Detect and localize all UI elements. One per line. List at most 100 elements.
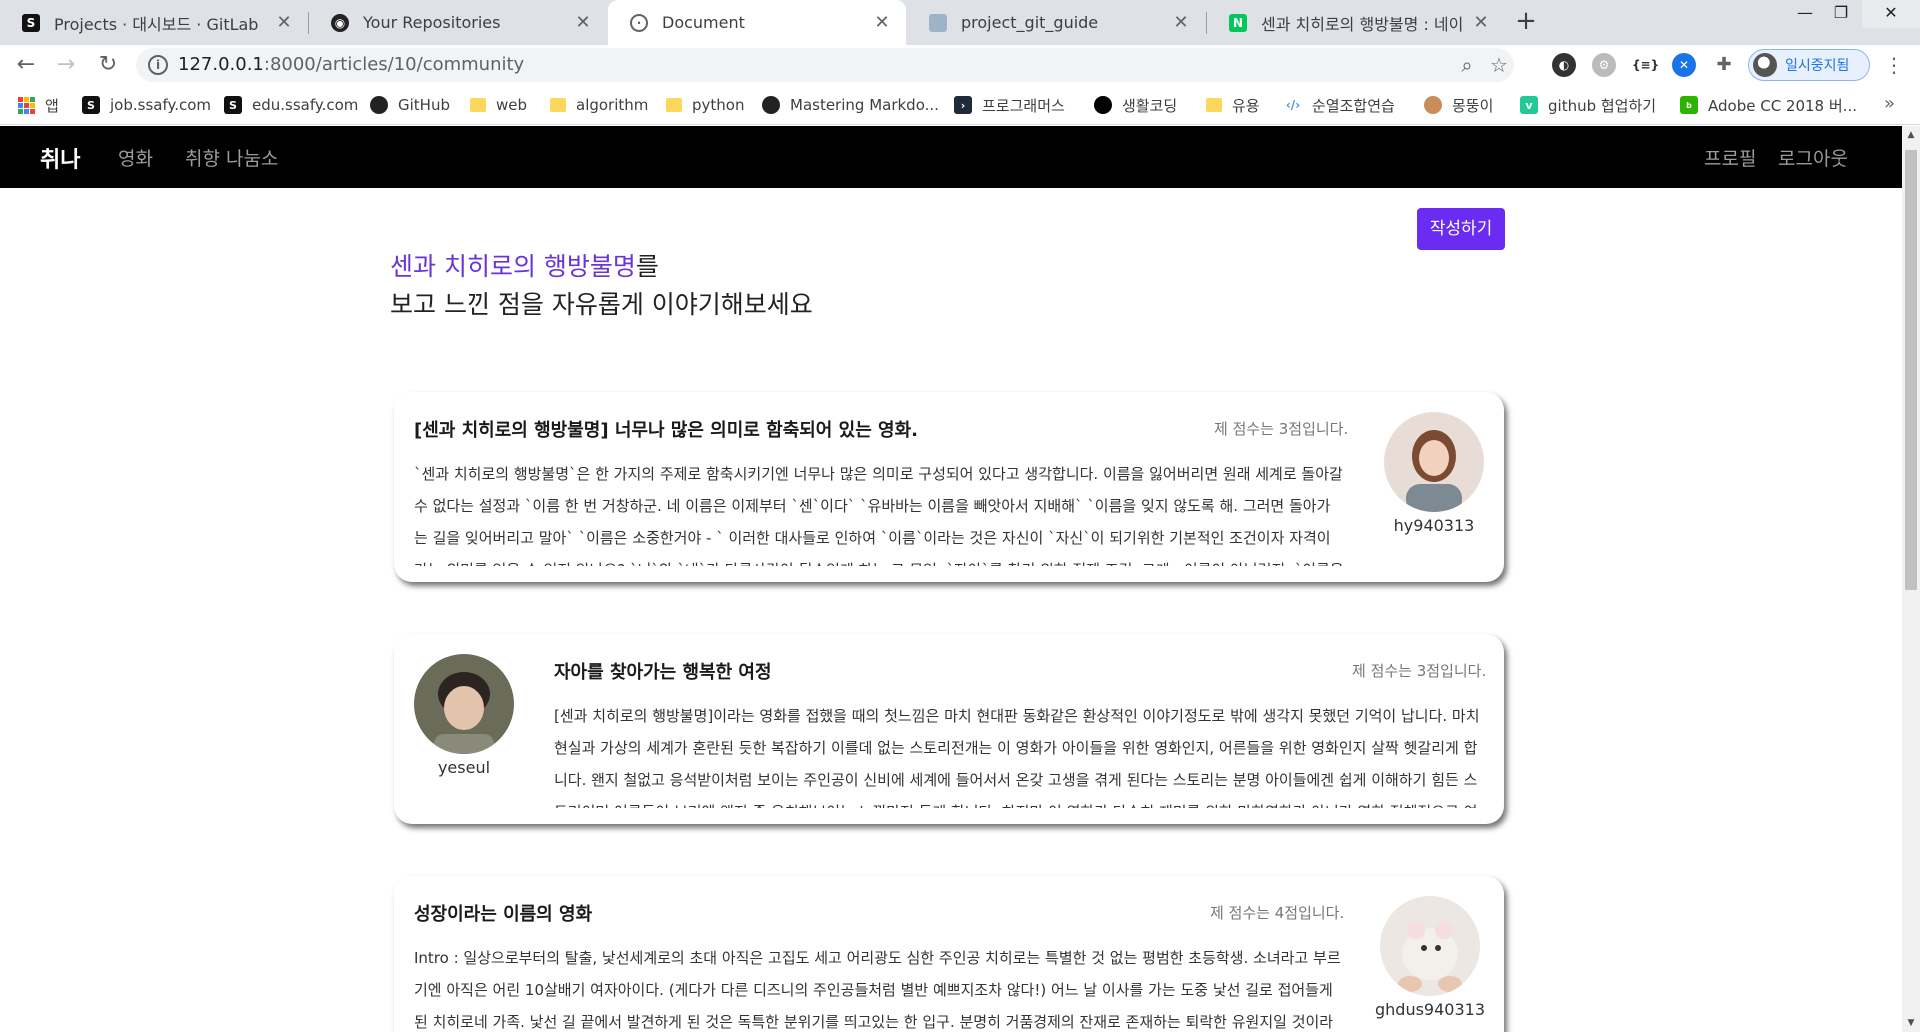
review-score: 제 점수는 3점입니다.	[1214, 420, 1349, 438]
browser-toolbar: ← → ↻ i 127.0.0.1:8000/articles/10/commu…	[0, 45, 1920, 85]
forward-button[interactable]: →	[50, 49, 82, 81]
bookmark-label: Adobe CC 2018 버...	[1708, 96, 1857, 115]
bookmark-markdown[interactable]: Mastering Markdo...	[762, 93, 939, 117]
avatar-photo	[414, 654, 514, 754]
info-icon[interactable]: i	[148, 55, 168, 75]
tab-gitlab[interactable]: S Projects · 대시보드 · GitLab ✕	[0, 0, 308, 45]
bookmark-edu-ssafy[interactable]: Sedu.ssafy.com	[224, 93, 358, 117]
close-tab-icon[interactable]: ✕	[1171, 12, 1191, 33]
extensions-puzzle-icon[interactable]: ✚	[1712, 53, 1736, 77]
page-viewport: 취나 영화 취향 나눔소 프로필 로그아웃 작성하기 센과 치히로의 행방불명를…	[0, 126, 1902, 1032]
page-heading: 센과 치히로의 행방불명를 보고 느낀 점을 자유롭게 이야기해보세요	[390, 248, 813, 324]
bookmarks-overflow-icon[interactable]: »	[1884, 93, 1895, 114]
bookmark-label: 앱	[45, 96, 59, 115]
close-tab-icon[interactable]: ✕	[274, 12, 294, 33]
review-card[interactable]: 성장이라는 이름의 영화 제 점수는 4점입니다. Intro : 일상으로부터…	[394, 876, 1504, 1032]
extension-gear-icon[interactable]: ⚙	[1592, 53, 1616, 77]
code-icon: ‹/›	[1285, 98, 1301, 112]
ssafy-icon: S	[224, 96, 242, 114]
bookmark-useful[interactable]: 유용	[1206, 93, 1260, 117]
review-card[interactable]: [센과 치히로의 행방불명] 너무나 많은 의미로 함축되어 있는 영화. 제 …	[394, 392, 1504, 582]
zoom-icon[interactable]: ⌕	[1454, 52, 1480, 78]
scroll-up-arrow-icon[interactable]: ▲	[1902, 126, 1920, 144]
tab-title: Document	[662, 13, 745, 32]
new-tab-button[interactable]: +	[1510, 6, 1542, 38]
user-avatar[interactable]	[1384, 412, 1484, 512]
nav-profile-link[interactable]: 프로필	[1704, 144, 1756, 171]
bookmark-programmers[interactable]: › 프로그래머스	[954, 93, 1065, 117]
tab-naver[interactable]: N 센과 치히로의 행방불명 : 네이버 ✕	[1207, 0, 1505, 45]
close-tab-icon[interactable]: ✕	[872, 12, 892, 33]
profile-label: 일시중지됨	[1785, 58, 1850, 74]
bookmark-label: GitHub	[398, 96, 450, 114]
nav-community-link[interactable]: 취향 나눔소	[185, 144, 278, 171]
globe-icon: ·	[630, 13, 648, 32]
bookmark-apps[interactable]: 앱	[18, 93, 59, 117]
scroll-down-arrow-icon[interactable]: ▼	[1902, 1014, 1920, 1032]
reload-button[interactable]: ↻	[92, 49, 124, 81]
github-icon	[370, 96, 388, 114]
document-icon	[929, 13, 947, 32]
review-body: Intro : 일상으로부터의 탈출, 낯선세계로의 초대 아직은 고집도 세고…	[414, 949, 1341, 1031]
github-icon	[762, 96, 780, 114]
write-review-button[interactable]: 작성하기	[1417, 208, 1505, 250]
address-bar[interactable]: i 127.0.0.1:8000/articles/10/community ⌕…	[136, 48, 1514, 82]
bookmark-job-ssafy[interactable]: Sjob.ssafy.com	[82, 93, 211, 117]
bookmark-opentutorials[interactable]: 생활코딩	[1094, 93, 1177, 117]
profile-button[interactable]: 일시중지됨	[1748, 49, 1870, 81]
extension-mask-icon[interactable]: ◐	[1552, 53, 1576, 77]
bookmark-permutation[interactable]: ‹/› 순열조합연습	[1284, 93, 1395, 117]
heading-particle: 를	[635, 252, 659, 281]
bookmark-label: edu.ssafy.com	[252, 96, 359, 114]
page-scrollbar[interactable]: ▲ ▼	[1902, 126, 1920, 1032]
maximize-button[interactable]: ❐	[1818, 0, 1864, 28]
browser-tab-strip: S Projects · 대시보드 · GitLab ✕ ◉ Your Repo…	[0, 0, 1920, 45]
url-text: 127.0.0.1:8000/articles/10/community	[178, 54, 524, 75]
programmers-icon: ›	[954, 96, 972, 114]
bookmark-algorithm[interactable]: algorithm	[550, 93, 648, 117]
review-score: 제 점수는 4점입니다.	[1210, 904, 1345, 922]
ssafy-icon: S	[82, 96, 100, 114]
bookmark-label: web	[496, 96, 528, 114]
review-score: 제 점수는 3점입니다.	[1352, 662, 1487, 680]
nav-movies-link[interactable]: 영화	[118, 144, 153, 171]
heading-subtitle: 보고 느낀 점을 자유롭게 이야기해보세요	[390, 290, 813, 319]
bookmark-web[interactable]: web	[470, 93, 527, 117]
heading-movie-title[interactable]: 센과 치히로의 행방불명	[390, 252, 636, 281]
bookmark-python[interactable]: python	[666, 93, 744, 117]
review-title[interactable]: [센과 치히로의 행방불명] 너무나 많은 의미로 함축되어 있는 영화.	[414, 416, 918, 442]
bookmark-label: 생활코딩	[1122, 96, 1178, 115]
review-username[interactable]: ghdus940313	[1360, 1000, 1500, 1019]
extension-blue-icon[interactable]: ✕	[1672, 53, 1696, 77]
user-avatar[interactable]	[414, 654, 514, 754]
bookmark-label: job.ssafy.com	[110, 96, 212, 114]
review-title[interactable]: 자아를 찾아가는 행복한 여정	[554, 658, 772, 684]
scroll-thumb[interactable]	[1905, 150, 1917, 590]
bookmark-label: 몽뚱이	[1452, 96, 1494, 115]
bookmark-github-collab[interactable]: v github 협업하기	[1520, 93, 1656, 117]
review-body: [센과 치히로의 행방불명]이라는 영화를 접했을 때의 첫느낌은 마치 현대판…	[554, 707, 1480, 808]
avatar-photo	[1384, 412, 1484, 512]
review-username[interactable]: hy940313	[1364, 516, 1504, 535]
user-avatar[interactable]	[1380, 896, 1480, 996]
back-button[interactable]: ←	[10, 49, 42, 81]
close-window-button[interactable]: ✕	[1862, 0, 1920, 28]
bookmark-dog[interactable]: 몽뚱이	[1424, 93, 1493, 117]
bookmark-adobe[interactable]: b Adobe CC 2018 버...	[1680, 93, 1857, 117]
review-title[interactable]: 성장이라는 이름의 영화	[414, 900, 592, 926]
extension-json-icon[interactable]: {≡}	[1632, 53, 1659, 77]
close-tab-icon[interactable]: ✕	[573, 12, 593, 33]
bookmark-star-icon[interactable]: ☆	[1486, 52, 1512, 78]
bookmark-github[interactable]: GitHub	[370, 93, 450, 117]
tab-github-repos[interactable]: ◉ Your Repositories ✕	[309, 0, 607, 45]
tab-git-guide[interactable]: project_git_guide ✕	[907, 0, 1205, 45]
review-card[interactable]: yeseul 자아를 찾아가는 행복한 여정 제 점수는 3점입니다. [센과 …	[394, 634, 1504, 824]
nav-logout-link[interactable]: 로그아웃	[1778, 144, 1848, 171]
profile-avatar	[1753, 53, 1777, 77]
folder-icon	[470, 98, 486, 112]
close-tab-icon[interactable]: ✕	[1471, 12, 1491, 33]
review-username[interactable]: yeseul	[394, 758, 534, 777]
tab-document[interactable]: · Document ✕	[608, 0, 906, 45]
site-brand[interactable]: 취나	[40, 142, 80, 174]
chrome-menu-icon[interactable]: ⋮	[1884, 53, 1904, 77]
